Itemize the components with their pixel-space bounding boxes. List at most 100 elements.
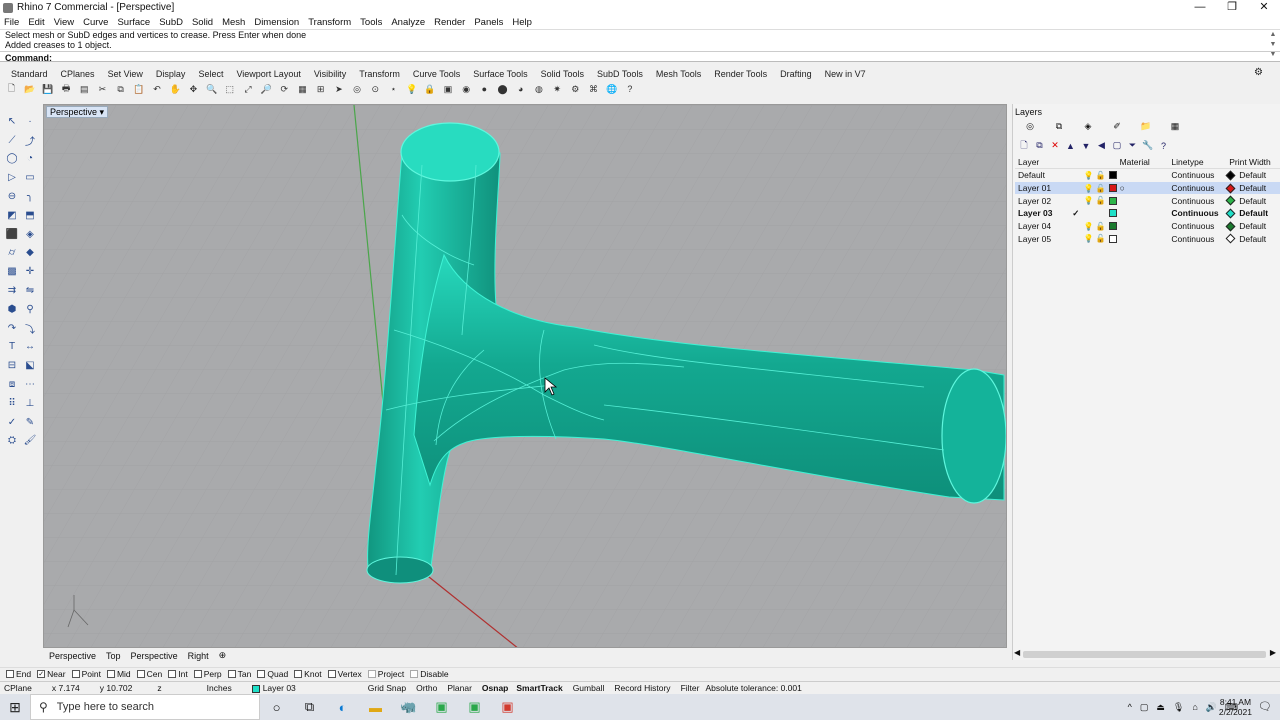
- layer-linetype[interactable]: Continuous: [1167, 196, 1223, 206]
- grid-array-icon[interactable]: ⠿: [5, 396, 19, 410]
- taskbar-search-box[interactable]: ⚲ Type here to search: [30, 694, 260, 720]
- dimension-icon[interactable]: ↔: [23, 340, 37, 354]
- planar-toggle[interactable]: Planar: [447, 683, 472, 693]
- tab-new-in-v7[interactable]: New in V7: [825, 69, 866, 79]
- undo-icon[interactable]: ↶: [151, 83, 164, 96]
- osnap-int[interactable]: Int: [168, 669, 188, 679]
- light-icon[interactable]: ✷: [551, 83, 564, 96]
- units-indicator[interactable]: Inches: [207, 683, 232, 693]
- help-icon[interactable]: ?: [623, 83, 636, 96]
- copy-layer-icon[interactable]: ▢: [1112, 140, 1122, 151]
- checkbox-icon[interactable]: [257, 670, 266, 678]
- microphone-icon[interactable]: 🎙: [1173, 702, 1184, 713]
- render-icon[interactable]: ◕: [514, 83, 527, 96]
- layer-print-width[interactable]: Default: [1223, 196, 1280, 206]
- properties-tab-icon[interactable]: ◎: [1023, 121, 1037, 133]
- check-icon[interactable]: ✓: [5, 415, 19, 429]
- menu-surface[interactable]: Surface: [117, 17, 150, 28]
- layer-linetype[interactable]: Continuous: [1167, 221, 1223, 231]
- light-bulb-icon[interactable]: 💡: [1083, 234, 1095, 243]
- layer-print-width[interactable]: Default: [1223, 208, 1280, 218]
- osnap-vertex[interactable]: Vertex: [327, 669, 362, 679]
- cplane-indicator[interactable]: CPlane: [4, 683, 32, 693]
- col-print-width[interactable]: Print Width: [1223, 157, 1280, 167]
- layer-color-swatch[interactable]: [1107, 222, 1120, 231]
- menu-subd[interactable]: SubD: [159, 17, 183, 28]
- menu-solid[interactable]: Solid: [192, 17, 213, 28]
- files-tab-icon[interactable]: 📁: [1139, 121, 1153, 133]
- bottom-opening[interactable]: [366, 556, 434, 584]
- lock-icon[interactable]: 🔓: [1095, 222, 1107, 231]
- lock-icon[interactable]: 🔓: [1095, 234, 1107, 243]
- scrollbar-thumb[interactable]: [1023, 651, 1266, 658]
- viewport-grid-icon[interactable]: ▦: [296, 83, 309, 96]
- osnap-project[interactable]: Project: [367, 669, 404, 679]
- layer-linetype[interactable]: Continuous: [1167, 234, 1223, 244]
- sphere-icon[interactable]: ◆: [23, 246, 37, 260]
- tab-solid-tools[interactable]: Solid Tools: [541, 69, 584, 79]
- trim-icon[interactable]: ↷: [5, 321, 19, 335]
- tab-set-view[interactable]: Set View: [108, 69, 143, 79]
- network-icon[interactable]: ⌂: [1192, 702, 1197, 712]
- tab-cplanes[interactable]: CPlanes: [61, 69, 95, 79]
- record-history-toggle[interactable]: Record History: [614, 683, 670, 693]
- light-bulb-icon[interactable]: 💡: [405, 83, 418, 96]
- layer-row-layer-02[interactable]: Layer 02 💡 🔓 Continuous Default: [1015, 194, 1280, 207]
- filter-toggle[interactable]: Filter: [681, 683, 700, 693]
- import-icon[interactable]: ▤: [78, 83, 91, 96]
- tray-usb-icon[interactable]: ⏏: [1156, 702, 1165, 713]
- layer-linetype[interactable]: Continuous: [1167, 183, 1223, 193]
- menu-render[interactable]: Render: [434, 17, 465, 28]
- move-icon[interactable]: ✛: [23, 265, 37, 279]
- rhino-taskbar-icon[interactable]: 🦏: [392, 694, 425, 720]
- menu-curve[interactable]: Curve: [83, 17, 108, 28]
- zoom-selected-icon[interactable]: 🔎: [260, 83, 273, 96]
- perspective-viewport[interactable]: Perspective ▾: [43, 104, 1007, 648]
- light-bulb-icon[interactable]: 💡: [1083, 222, 1095, 231]
- menu-help[interactable]: Help: [512, 17, 532, 28]
- tab-perspective[interactable]: Perspective: [49, 651, 96, 661]
- block-icon[interactable]: ⬕: [23, 359, 37, 373]
- checkbox-icon[interactable]: [168, 670, 177, 678]
- smarttrack-toggle[interactable]: SmartTrack: [516, 683, 562, 693]
- layer-material[interactable]: ○: [1120, 183, 1168, 193]
- layer-row-default[interactable]: Default 💡 🔓 Continuous Default: [1015, 169, 1280, 182]
- shaded-sphere-icon[interactable]: ●: [478, 83, 491, 96]
- ellipse-icon[interactable]: ⊖: [5, 190, 19, 204]
- osnap-point[interactable]: Point: [71, 669, 101, 679]
- layer-row-layer-04[interactable]: Layer 04 💡 🔓 Continuous Default: [1015, 220, 1280, 233]
- green-app-icon[interactable]: ▣: [425, 694, 458, 720]
- grid-snap-toggle[interactable]: Grid Snap: [368, 683, 406, 693]
- task-view-icon[interactable]: ⧉: [293, 694, 326, 720]
- pick-icon[interactable]: ➤: [332, 83, 345, 96]
- named-views-tab-icon[interactable]: ▦: [1168, 121, 1182, 133]
- command-scrollbar[interactable]: ▲ ▼ ▼: [1268, 30, 1278, 63]
- lock-icon[interactable]: 🔓: [1095, 196, 1107, 205]
- gumball-toggle[interactable]: Gumball: [573, 683, 605, 693]
- menu-mesh[interactable]: Mesh: [222, 17, 245, 28]
- col-layer[interactable]: Layer: [1015, 157, 1069, 167]
- array-icon[interactable]: ⇉: [5, 284, 19, 298]
- tab-top[interactable]: Top: [106, 651, 121, 661]
- tools-icon[interactable]: 🔧: [1142, 140, 1153, 151]
- select-arrow-icon[interactable]: ↖: [5, 114, 19, 128]
- point-icon[interactable]: ·: [23, 114, 37, 128]
- lock-icon[interactable]: 🔓: [1095, 171, 1107, 180]
- grasshopper-icon[interactable]: ⌘: [587, 83, 600, 96]
- box-icon[interactable]: ⬛: [5, 227, 19, 241]
- add-viewport-icon[interactable]: ⊕: [219, 650, 227, 661]
- notification-icon[interactable]: 🗨: [1258, 700, 1272, 713]
- zoom-window-icon[interactable]: ⬚: [223, 83, 236, 96]
- paint-icon[interactable]: 🖌: [23, 434, 37, 448]
- layer-name[interactable]: Layer 01: [1015, 183, 1069, 193]
- layer-row-layer-01[interactable]: Layer 01 💡 🔓 ○ Continuous Default: [1015, 181, 1280, 195]
- command-prompt-input[interactable]: Command:: [0, 51, 1280, 64]
- join-icon[interactable]: ⧈: [5, 378, 19, 392]
- volume-icon[interactable]: 🔊: [1206, 702, 1217, 713]
- layer-linetype[interactable]: Continuous: [1167, 208, 1223, 218]
- osnap-mid[interactable]: Mid: [106, 669, 131, 679]
- checkbox-icon[interactable]: [136, 670, 145, 678]
- mesh-icon[interactable]: ⬢: [5, 302, 19, 316]
- menu-transform[interactable]: Transform: [308, 17, 351, 28]
- display-tab-icon[interactable]: ◈: [1081, 121, 1095, 133]
